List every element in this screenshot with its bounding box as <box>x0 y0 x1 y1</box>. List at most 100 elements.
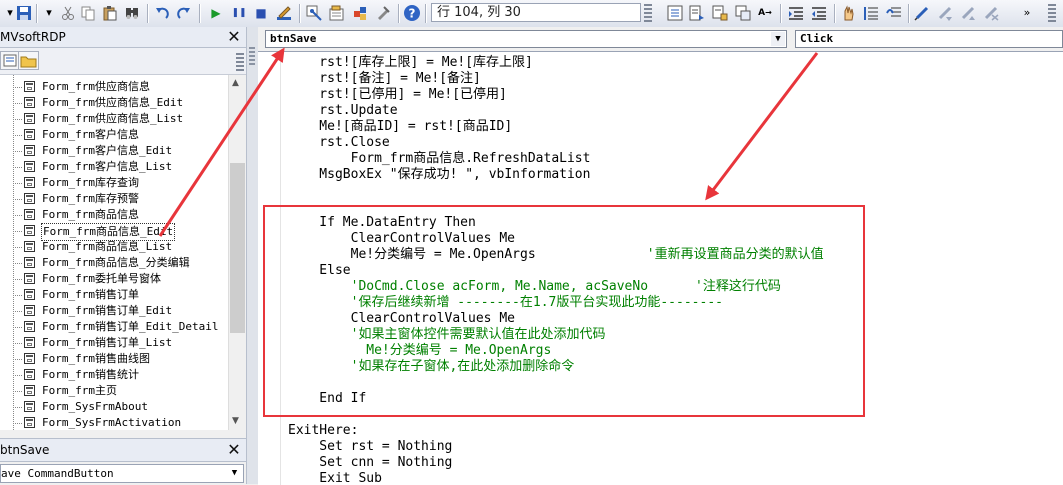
tree-item-label: Form_frm销售曲线图 <box>42 352 150 365</box>
form-module-icon <box>24 353 35 364</box>
design-mode-icon[interactable] <box>276 5 292 21</box>
properties-object-value: ave CommandButton <box>1 467 114 480</box>
dropdown-arrow-icon[interactable]: ▾ <box>41 5 57 21</box>
chevron-down-icon[interactable]: ▼ <box>771 32 785 46</box>
code-line[interactable]: rst.Close <box>288 135 389 151</box>
tree-item-label: Form_frm客户信息_List <box>42 160 173 173</box>
tree-connector <box>13 75 14 430</box>
code-line[interactable]: MsgBoxEx "保存成功! ", vbInformation <box>288 167 590 183</box>
toggle-breakpoint-icon[interactable] <box>840 5 856 21</box>
form-module-icon <box>24 305 35 316</box>
indent-icon[interactable] <box>788 5 804 21</box>
tree-item-label: Form_frm供应商信息_List <box>42 112 184 125</box>
scrollbar-thumb[interactable] <box>230 163 245 333</box>
tree-item-label: Form_frm销售统计 <box>42 368 139 381</box>
code-line[interactable]: rst![已停用] = Me![已停用] <box>288 87 507 103</box>
toolbar-grip[interactable] <box>644 4 652 22</box>
comment-block-icon[interactable] <box>863 5 879 21</box>
tree-item-label: Form_frm销售订单_Edit <box>42 304 173 317</box>
toggle-bookmark-icon[interactable] <box>914 5 930 21</box>
project-tree-scrollbar[interactable]: ▲ ▼ <box>228 75 246 430</box>
code-line[interactable]: Exit Sub <box>288 471 382 485</box>
toolbar-grip[interactable] <box>236 53 244 71</box>
toolbar-grip[interactable] <box>1048 4 1056 22</box>
code-line[interactable]: Set cnn = Nothing <box>288 455 452 471</box>
stop-icon[interactable]: ■ <box>253 5 269 21</box>
project-explorer-icon[interactable] <box>306 5 322 21</box>
pause-icon[interactable]: ❚❚ <box>231 5 247 21</box>
object-browser-icon[interactable] <box>352 5 368 21</box>
list-properties-icon[interactable] <box>667 5 683 21</box>
tree-item-label: Form_frm客户信息_Edit <box>42 144 173 157</box>
run-icon[interactable]: ▶ <box>208 5 224 21</box>
view-code-button[interactable] <box>0 51 20 70</box>
cursor-position-readout: 行 104, 列 30 <box>431 3 641 22</box>
tree-item-label: Form_frm供应商信息_Edit <box>42 96 184 109</box>
cut-icon[interactable] <box>60 5 76 21</box>
properties-window-icon[interactable] <box>329 5 345 21</box>
undo-icon[interactable] <box>154 5 170 21</box>
code-line[interactable]: Set rst = Nothing <box>288 439 452 455</box>
object-combobox[interactable]: btnSave ▼ <box>265 30 787 48</box>
paste-icon[interactable] <box>102 5 118 21</box>
tree-item-label: Form_frm商品信息_分类编辑 <box>42 256 190 269</box>
code-line[interactable]: Me![商品ID] = rst![商品ID] <box>288 119 512 135</box>
overflow-menu-icon[interactable]: » <box>1019 5 1035 21</box>
close-icon[interactable]: ✕ <box>226 29 242 45</box>
copy-icon[interactable] <box>80 5 96 21</box>
previous-bookmark-icon[interactable] <box>960 5 976 21</box>
form-module-icon <box>24 97 35 108</box>
form-module-icon <box>24 289 35 300</box>
chevron-down-icon[interactable]: ▼ <box>227 466 242 481</box>
object-combobox-value: btnSave <box>270 32 317 45</box>
svg-text:?: ? <box>409 7 416 21</box>
next-bookmark-icon[interactable] <box>937 5 953 21</box>
code-line[interactable]: ExitHere: <box>288 423 358 439</box>
redo-icon[interactable] <box>176 5 192 21</box>
project-explorer-titlebar: MVsoftRDP ✕ <box>0 27 246 48</box>
project-explorer-title: MVsoftRDP <box>0 30 66 44</box>
scroll-down-icon[interactable]: ▼ <box>232 416 239 426</box>
clear-bookmarks-icon[interactable] <box>983 5 999 21</box>
form-module-icon <box>24 225 35 236</box>
toggle-folders-button[interactable] <box>18 51 39 70</box>
properties-object-select[interactable]: ave CommandButton ▼ <box>0 464 244 483</box>
complete-word-icon[interactable]: A → <box>757 5 773 21</box>
toolbox-icon[interactable] <box>375 5 391 21</box>
close-icon[interactable]: ✕ <box>226 442 242 458</box>
help-icon[interactable]: ? <box>403 4 421 22</box>
parameter-info-icon[interactable] <box>735 5 751 21</box>
outdent-icon[interactable] <box>811 5 827 21</box>
find-icon[interactable] <box>124 5 140 21</box>
code-line[interactable]: rst![库存上限] = Me![库存上限] <box>288 55 533 71</box>
project-explorer-toolbar <box>0 48 246 75</box>
tree-item-label: Form_frm主页 <box>42 384 117 397</box>
save-icon[interactable] <box>15 4 32 22</box>
form-module-icon <box>24 369 35 380</box>
scroll-up-icon[interactable]: ▲ <box>232 78 239 88</box>
code-line[interactable]: rst![备注] = Me![备注] <box>288 71 481 87</box>
form-module-icon <box>24 129 35 140</box>
code-line[interactable]: Form_frm商品信息.RefreshDataList <box>288 151 591 167</box>
quick-info-icon[interactable] <box>712 5 728 21</box>
form-module-icon <box>24 161 35 172</box>
form-module-icon <box>24 385 35 396</box>
code-line[interactable]: rst.Update <box>288 103 397 119</box>
properties-title: btnSave <box>0 443 50 457</box>
tree-item-label: Form_frm委托单号窗体 <box>42 272 161 285</box>
tree-item-label: Form_SysFrmActivation <box>42 416 182 429</box>
list-constants-icon[interactable] <box>689 5 705 21</box>
procedure-combobox[interactable]: Click <box>795 30 1063 48</box>
code-window-header: btnSave ▼ Click <box>258 27 1063 51</box>
highlight-box <box>263 205 865 417</box>
standard-toolbar: ▾ ▾ ▶ ❚❚ ■ ? 行 104, 列 30 A → » <box>0 0 1063 28</box>
tree-item-label: Form_frm销售订单_List <box>42 336 173 349</box>
tree-item-label: Form_frm商品信息 <box>42 208 139 221</box>
tree-item-label: Form_frm客户信息 <box>42 128 139 141</box>
tree-item-label: Form_frm库存预警 <box>42 192 139 205</box>
properties-titlebar: btnSave ✕ <box>0 438 246 462</box>
uncomment-block-icon[interactable] <box>886 5 902 21</box>
tree-item-label: Form_frm商品信息_List <box>42 240 173 253</box>
procedure-combobox-value: Click <box>800 32 834 45</box>
form-module-icon <box>24 257 35 268</box>
